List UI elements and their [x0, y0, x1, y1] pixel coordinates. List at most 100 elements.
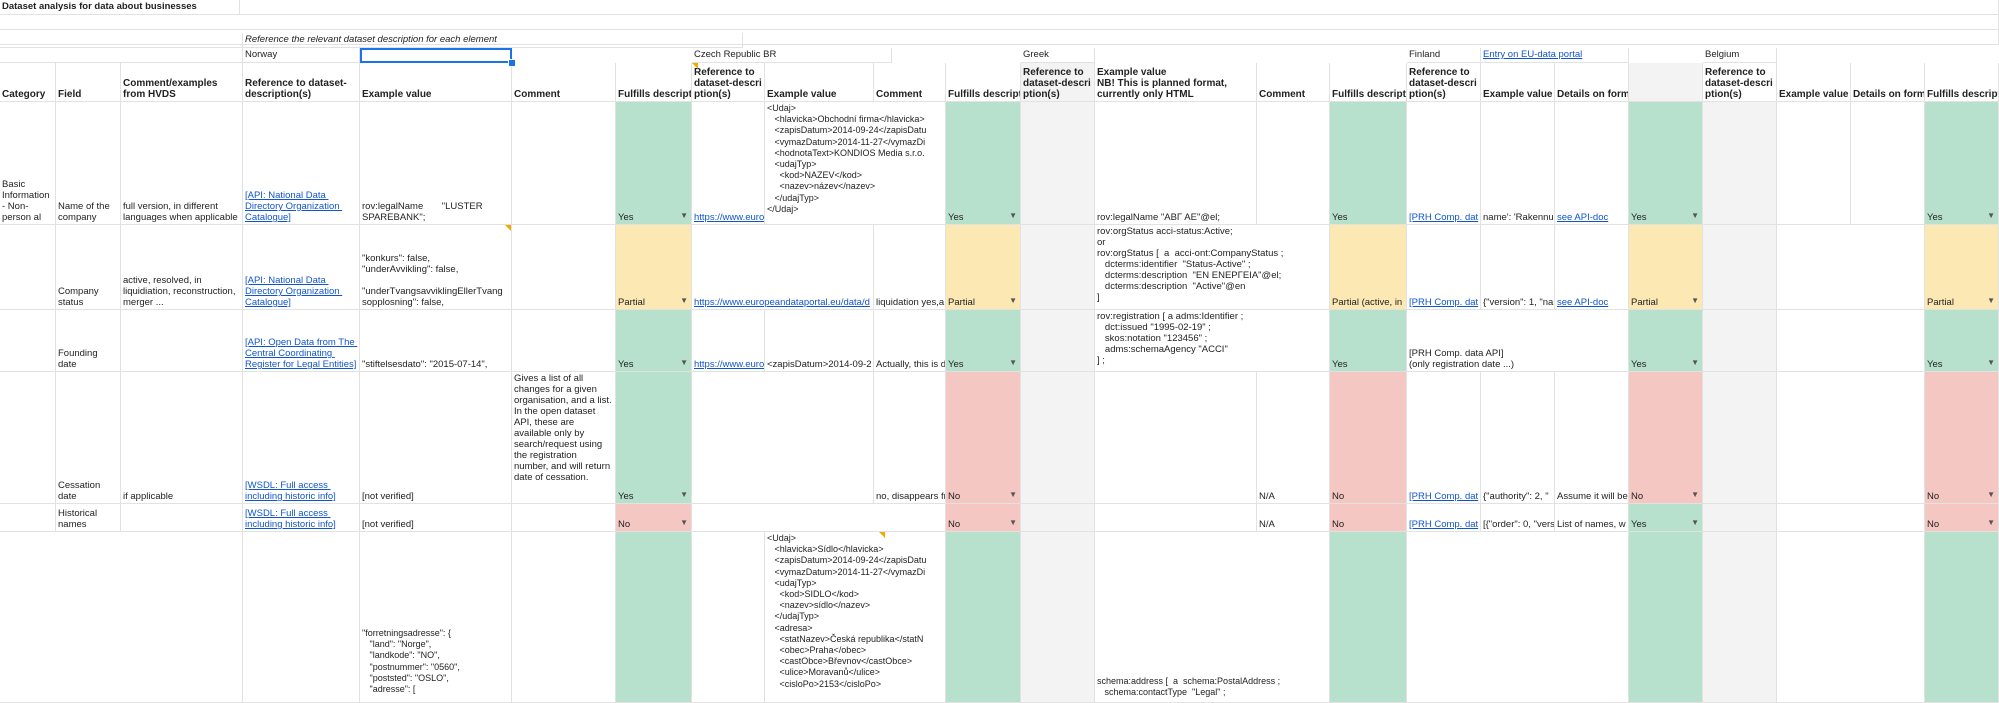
be-example-empty[interactable]: [1777, 225, 1925, 310]
cz-reference-empty[interactable]: [692, 532, 765, 703]
header-fi-fulfills-empty[interactable]: [1629, 63, 1703, 102]
be-reference-empty[interactable]: [1703, 504, 1777, 532]
no-comment-empty[interactable]: [512, 310, 616, 372]
cz-empty[interactable]: [692, 372, 874, 504]
fi-reference-link[interactable]: [PRH Comp. dat: [1407, 504, 1481, 532]
gr-comment-value[interactable]: N/A: [1257, 504, 1330, 532]
be-details-empty[interactable]: [1851, 102, 1925, 225]
cz-fulfills-dropdown[interactable]: Yes ▼: [946, 102, 1021, 225]
no-reference-empty[interactable]: [243, 532, 360, 703]
field-cessation[interactable]: Cessation date: [56, 372, 121, 504]
gr-reference-empty[interactable]: [1021, 225, 1095, 310]
header-fi-details[interactable]: Details on format, data model, c: [1555, 63, 1629, 102]
country-belgium[interactable]: Belgium: [1703, 48, 1777, 63]
header-cz-comment[interactable]: Comment: [874, 63, 946, 102]
field-founding[interactable]: Founding date: [56, 310, 121, 372]
header-gr-comment[interactable]: Comment: [1257, 63, 1330, 102]
hvds-comment-status[interactable]: active, resolved, in liquidiation, recon…: [121, 225, 243, 310]
header-no-comment[interactable]: Comment: [512, 63, 616, 102]
be-example-empty[interactable]: [1777, 504, 1925, 532]
no-comment-empty[interactable]: [512, 102, 616, 225]
header-gr-reference[interactable]: Reference to dataset-descri ption(s): [1021, 63, 1095, 102]
be-fulfills-dropdown[interactable]: Yes ▼: [1925, 310, 1999, 372]
category-empty[interactable]: [0, 225, 56, 310]
cz-example-value[interactable]: <Udaj> <hlavicka>Sídlo</hlavicka> <zapis…: [765, 532, 946, 703]
fi-example-value[interactable]: name': 'Rakennu: [1481, 102, 1555, 225]
fi-fulfills-dropdown[interactable]: Yes ▼: [1629, 102, 1703, 225]
header-fi-reference[interactable]: Reference to dataset-descri ption(s): [1407, 63, 1481, 102]
country-finland[interactable]: Finland: [1407, 48, 1481, 63]
no-example-value[interactable]: [not verified]: [360, 504, 512, 532]
cz-fulfills-dropdown[interactable]: Partial ▼: [946, 225, 1021, 310]
no-fulfills-dropdown[interactable]: No ▼: [616, 504, 692, 532]
fi-reference-link[interactable]: [PRH Comp. dat: [1407, 225, 1481, 310]
fi-reference-link[interactable]: [PRH Comp. dat: [1407, 102, 1481, 225]
no-comment-empty[interactable]: [512, 504, 616, 532]
gr-reference-empty[interactable]: [1021, 310, 1095, 372]
header-field[interactable]: Field: [56, 63, 121, 102]
fi-fulfills-dropdown[interactable]: Partial ▼: [1629, 225, 1703, 310]
cz-fulfills-dropdown[interactable]: Yes ▼: [946, 310, 1021, 372]
field-name[interactable]: Name of the company: [56, 102, 121, 225]
header-gr-fulfills[interactable]: Fulfills descriptio: [1330, 63, 1407, 102]
gr-example-empty[interactable]: [1095, 504, 1257, 532]
gr-fulfills-cell[interactable]: Yes: [1330, 310, 1407, 372]
country-norway[interactable]: Norway: [243, 48, 360, 63]
fi-fulfills-dropdown[interactable]: Yes ▼: [1629, 504, 1703, 532]
no-example-value[interactable]: rov:legalName "LUSTER SPAREBANK";: [360, 102, 512, 225]
gr-fulfills-cell[interactable]: Partial (active, in: [1330, 225, 1407, 310]
gr-example-empty[interactable]: [1095, 372, 1257, 504]
no-example-value[interactable]: "forretningsadresse": { "land": "Norge",…: [360, 532, 512, 703]
fi-fulfills-dropdown[interactable]: No ▼: [1629, 372, 1703, 504]
gr-example-value[interactable]: rov:orgStatus acci-status:Active; or rov…: [1095, 225, 1330, 310]
cz-reference-link[interactable]: https://www.euro: [692, 310, 765, 372]
gr-fulfills-cell[interactable]: Yes: [1330, 102, 1407, 225]
cz-fulfills-dropdown[interactable]: No ▼: [946, 504, 1021, 532]
cz-comment-value[interactable]: no, disappears fr: [874, 372, 946, 504]
no-example-value[interactable]: [not verified]: [360, 372, 512, 504]
gr-comment-empty[interactable]: [1257, 102, 1330, 225]
header-no-fulfills[interactable]: Fulfills descript: [616, 63, 692, 102]
gr-reference-empty[interactable]: [1021, 102, 1095, 225]
no-example-value[interactable]: "konkurs": false, "underAvvikling": fals…: [360, 225, 512, 310]
no-fulfills-dropdown[interactable]: Yes ▼: [616, 372, 692, 504]
no-example-value[interactable]: "stiftelsesdato": "2015-07-14",: [360, 310, 512, 372]
gr-reference-empty[interactable]: [1021, 372, 1095, 504]
fi-reference-link[interactable]: [PRH Comp. dat: [1407, 372, 1481, 504]
fi-example-value[interactable]: {"version": 1, "na: [1481, 225, 1555, 310]
fi-details-link[interactable]: see API-doc: [1555, 225, 1629, 310]
be-reference-empty[interactable]: [1703, 225, 1777, 310]
header-no-reference[interactable]: Reference to dataset-description(s): [243, 63, 360, 102]
fi-details-value[interactable]: List of names, w: [1555, 504, 1629, 532]
no-comment-empty[interactable]: [512, 225, 616, 310]
no-fulfills-dropdown[interactable]: Yes ▼: [616, 310, 692, 372]
be-fulfills-dropdown[interactable]: Partial ▼: [1925, 225, 1999, 310]
no-fulfills-dropdown[interactable]: Yes ▼: [616, 102, 692, 225]
header-cz-example[interactable]: Example value: [765, 63, 874, 102]
cz-empty[interactable]: [692, 504, 946, 532]
empty-cell[interactable]: [0, 48, 243, 63]
row-1-fill[interactable]: [240, 0, 1999, 15]
gr-example-value[interactable]: schema:address [ a schema:PostalAddress …: [1095, 532, 1330, 703]
be-reference-empty[interactable]: [1703, 532, 1777, 703]
header-fi-example[interactable]: Example value: [1481, 63, 1555, 102]
header-category[interactable]: Category: [0, 63, 56, 102]
empty-row[interactable]: [0, 15, 1999, 30]
no-fulfills-dropdown[interactable]: Partial ▼: [616, 225, 692, 310]
cz-fulfills-cell[interactable]: [946, 532, 1021, 703]
header-gr-example[interactable]: Example value NB! This is planned format…: [1095, 63, 1257, 102]
field-status[interactable]: Company status: [56, 225, 121, 310]
instruction-note[interactable]: Reference the relevant dataset descripti…: [243, 33, 743, 48]
hvds-comment-cessation[interactable]: if applicable: [121, 372, 243, 504]
be-example-empty[interactable]: [1777, 372, 1925, 504]
header-be-details[interactable]: Details on form: [1851, 63, 1925, 102]
cz-comment-value[interactable]: liquidation yes,a: [874, 225, 946, 310]
selected-cell[interactable]: [360, 48, 512, 63]
field-historical[interactable]: Historical names: [56, 504, 121, 532]
fi-details-value[interactable]: Assume it will be: [1555, 372, 1629, 504]
no-comment-value[interactable]: Gives a list of all changes for a given …: [512, 372, 616, 504]
be-fulfills-dropdown[interactable]: No ▼: [1925, 504, 1999, 532]
country-greek[interactable]: Greek: [1021, 48, 1095, 63]
fi-example-value[interactable]: {"authority": 2, ": [1481, 372, 1555, 504]
no-reference-link[interactable]: [API: National Data Directory Organizati…: [243, 102, 360, 225]
